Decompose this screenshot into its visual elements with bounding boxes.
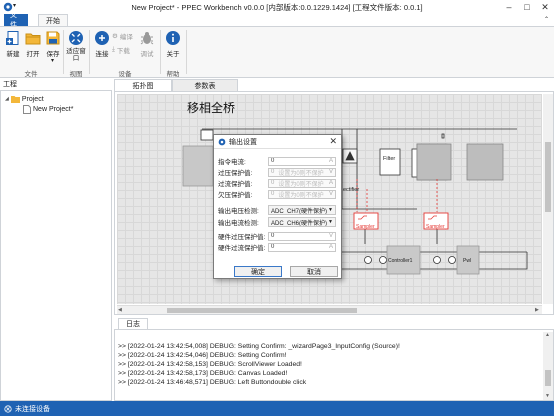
compile-button[interactable]: ⚙ 编译 (112, 31, 133, 41)
app-icon (218, 138, 226, 145)
output-settings-dialog: 输出设置 ✕ 指令电流: 0 A 过压保护值: 0 设置为0则不保护 V 过流保… (213, 134, 342, 279)
overvoltage-input[interactable]: 0 设置为0则不保护 V (268, 167, 336, 177)
horizontal-scroll-thumb[interactable] (167, 308, 357, 313)
group-label-file: 文件 (24, 71, 38, 78)
group-label-device: 设备 (118, 71, 132, 78)
collapse-ribbon-icon[interactable]: ⌃ (544, 16, 549, 23)
tab-topology[interactable]: 拓扑图 (114, 79, 172, 91)
cancel-button[interactable]: 取消 (290, 266, 338, 277)
fit-window-icon (69, 31, 83, 45)
chevron-down-icon: ▼ (328, 219, 333, 225)
save-icon (46, 31, 60, 45)
document-tab-bar: 拓扑图 参数表 (114, 79, 554, 91)
scroll-left-icon[interactable]: ◀ (118, 307, 122, 313)
disconnected-icon (4, 404, 12, 413)
download-icon: ⤓ (112, 46, 115, 53)
app-window: ▾ New Project* - PPEC Workbench v0.0.0 [… (0, 0, 554, 416)
title-bar: ▾ New Project* - PPEC Workbench v0.0.0 [… (0, 0, 554, 14)
hw-overvoltage-input[interactable]: 0 V (268, 231, 336, 241)
hw-overcurrent-input[interactable]: 0 A (268, 242, 336, 252)
save-dropdown-icon[interactable]: ▾ (51, 57, 54, 64)
field-output-current-detect: 输出电流检测: ADC_CH6(硬件保护) ▼ (218, 217, 339, 227)
dialog-title-bar: 输出设置 (214, 135, 341, 149)
log-line: >> [2022-01-24 13:46:48,571] DEBUG: Left… (118, 379, 307, 386)
tab-start[interactable]: 开始 (38, 14, 68, 26)
about-button[interactable]: 关于 (162, 29, 184, 65)
scroll-right-icon[interactable]: ▶ (535, 307, 539, 313)
group-separator (186, 30, 187, 74)
dialog-close-button[interactable]: ✕ (329, 136, 337, 147)
open-folder-icon (25, 33, 41, 45)
output-current-detect-select[interactable]: ADC_CH6(硬件保护) ▼ (268, 217, 336, 227)
tab-parameters[interactable]: 参数表 (172, 79, 238, 91)
command-current-input[interactable]: 0 A (268, 156, 336, 166)
field-hw-overcurrent: 硬件过流保护值: 0 A (218, 242, 339, 252)
project-panel-header: 工程 (0, 79, 112, 89)
project-tree: ◢ Project New Project* (0, 90, 112, 401)
status-text: 未连接设备 (15, 405, 50, 413)
undervoltage-input[interactable]: 0 设置为0则不保护 V (268, 189, 336, 199)
group-label-view: 视图 (69, 71, 83, 78)
expand-arrow-icon[interactable]: ◢ (5, 96, 9, 102)
compile-icon: ⚙ (112, 33, 118, 40)
connect-icon (95, 31, 109, 45)
connect-button[interactable]: 连接 (91, 29, 113, 65)
field-overvoltage: 过压保护值: 0 设置为0则不保护 V (218, 167, 339, 177)
close-window-button[interactable]: ✕ (536, 0, 554, 14)
sampler-label: Sampler (426, 224, 445, 230)
new-button[interactable]: 新建 (2, 29, 24, 65)
scroll-down-icon[interactable]: ▼ (545, 393, 550, 399)
field-overcurrent: 过流保护值: 0 设置为0则不保护 A (218, 178, 339, 188)
tab-log[interactable]: 日志 (118, 318, 148, 329)
log-line: >> [2022-01-24 13:42:58,153] DEBUG: Scro… (118, 361, 302, 368)
scroll-up-icon[interactable]: ▲ (545, 332, 550, 338)
open-button[interactable]: 打开 (22, 29, 44, 65)
debug-icon (140, 32, 154, 45)
fit-window-button[interactable]: 适应窗口 (66, 29, 86, 65)
ok-button[interactable]: 确定 (234, 266, 282, 277)
log-line: >> [2022-01-24 13:42:54,046] DEBUG: Sett… (118, 352, 287, 359)
overcurrent-input[interactable]: 0 设置为0则不保护 A (268, 178, 336, 188)
vertical-scroll-thumb[interactable] (545, 142, 551, 212)
group-label-help: 帮助 (166, 71, 180, 78)
canvas-horizontal-scrollbar[interactable]: ◀ ▶ (117, 305, 542, 314)
log-scroll-thumb[interactable] (545, 370, 551, 386)
controller-label: Controller1 (388, 258, 413, 264)
log-line: >> [2022-01-24 13:42:54,008] DEBUG: Sett… (118, 343, 400, 350)
field-hw-overvoltage: 硬件过压保护值: 0 V (218, 231, 339, 241)
tree-item-new-project[interactable]: New Project* (23, 104, 73, 114)
about-icon (166, 31, 180, 45)
rectifier-label: ectifier (343, 187, 360, 193)
log-panel: >> [2022-01-24 13:42:54,008] DEBUG: Sett… (114, 329, 554, 401)
folder-icon (10, 96, 20, 103)
new-file-icon (6, 31, 19, 45)
maximize-button[interactable]: □ (518, 0, 536, 14)
field-undervoltage: 欠压保护值: 0 设置为0则不保护 V (218, 189, 339, 199)
filter-label: Filter (383, 156, 396, 162)
canvas-vertical-scrollbar[interactable] (543, 94, 553, 304)
field-output-voltage-detect: 输出电压检测: ADC_CH7(硬件保护) ▼ (218, 205, 339, 215)
output-voltage-detect-select[interactable]: ADC_CH7(硬件保护) ▼ (268, 205, 336, 215)
field-command-current: 指令电流: 0 A (218, 156, 339, 166)
ribbon: 新建 打开 保存 ▾ 文件 适应窗口 视图 连接 ⚙ 编译 ⤓ 下载 调试 设备… (0, 26, 554, 78)
dialog-title: 输出设置 (229, 138, 257, 146)
document-icon (23, 104, 31, 114)
status-bar: 未连接设备 (0, 401, 554, 416)
log-vertical-scrollbar[interactable]: ▲ ▼ (543, 332, 553, 400)
sampler-label: Sampler (356, 224, 375, 230)
pwm-label: Pwl (463, 258, 472, 264)
ribbon-tab-bar: 文件 开始 ⌃ (0, 12, 554, 29)
log-line: >> [2022-01-24 13:42:58,173] DEBUG: Canv… (118, 370, 288, 377)
download-button[interactable]: ⤓ 下载 (112, 45, 130, 55)
debug-button[interactable]: 调试 (136, 29, 158, 65)
chevron-down-icon: ▼ (328, 207, 333, 213)
tab-file[interactable]: 文件 (4, 12, 28, 29)
tree-item-project[interactable]: ◢ Project (5, 94, 44, 104)
window-title: New Project* - PPEC Workbench v0.0.0 [内部… (131, 3, 423, 12)
minimize-button[interactable]: – (500, 0, 518, 14)
